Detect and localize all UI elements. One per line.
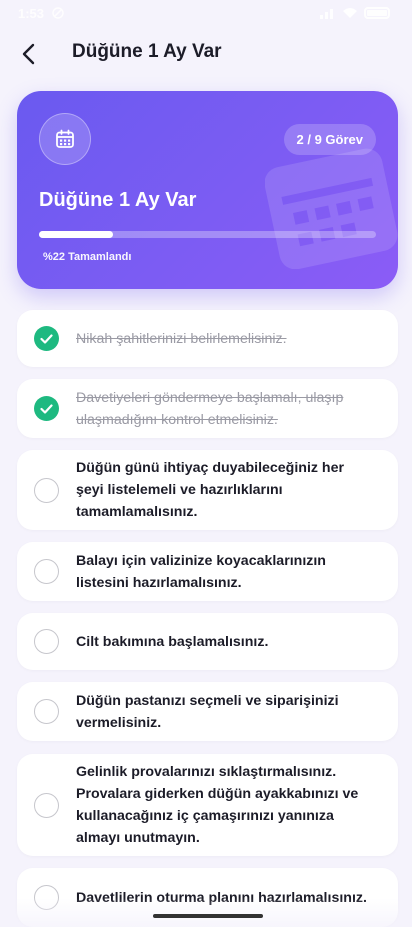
calendar-watermark-icon	[265, 148, 398, 269]
do-not-disturb-icon	[52, 7, 64, 19]
task-item[interactable]: Balayı için valizinize koyacaklarınızın …	[17, 542, 398, 601]
unchecked-checkbox[interactable]	[34, 699, 59, 724]
checked-checkbox[interactable]	[34, 396, 59, 421]
progress-bar	[39, 231, 376, 238]
unchecked-checkbox[interactable]	[34, 477, 59, 503]
back-button[interactable]	[14, 38, 44, 70]
task-text: Düğün pastanızı seçmeli ve siparişinizi …	[76, 692, 339, 731]
task-item[interactable]: Davetiyeleri göndermeye başlamalı, ulaşı…	[17, 379, 398, 438]
checked-checkbox[interactable]	[34, 326, 59, 351]
status-bar: 1:53	[0, 0, 412, 26]
task-item[interactable]: Gelinlik provalarınızı sıklaştırmalısını…	[17, 754, 398, 856]
unchecked-checkbox[interactable]	[34, 792, 59, 818]
app-header: Düğüne 1 Ay Var	[0, 30, 412, 78]
task-text: Balayı için valizinize koyacaklarınızın …	[76, 552, 326, 591]
unchecked-checkbox[interactable]	[34, 629, 59, 654]
calendar-badge	[39, 113, 91, 165]
task-text: Davetiyeleri göndermeye başlamalı, ulaşı…	[76, 389, 344, 428]
status-time: 1:53	[18, 5, 45, 21]
battery-icon	[364, 7, 390, 19]
task-text: Cilt bakımına başlamalısınız.	[76, 633, 269, 650]
task-item[interactable]: Düğün pastanızı seçmeli ve siparişinizi …	[17, 682, 398, 741]
calendar-icon	[56, 129, 74, 148]
home-indicator[interactable]	[153, 914, 263, 918]
hero-title: Düğüne 1 Ay Var	[39, 189, 197, 211]
page-title: Düğüne 1 Ay Var	[72, 41, 222, 62]
task-item[interactable]: Cilt bakımına başlamalısınız.	[17, 613, 398, 670]
wifi-icon	[343, 8, 357, 18]
task-text: Gelinlik provalarınızı sıklaştırmalısını…	[76, 764, 359, 846]
checkmark-icon	[40, 333, 53, 344]
unchecked-checkbox[interactable]	[34, 559, 59, 584]
task-text: Nikah şahitlerinizi belirlemelisiniz.	[76, 330, 287, 347]
progress-label: %22 Tamamlandı	[43, 251, 132, 263]
progress-bar-fill	[39, 231, 114, 238]
checkmark-icon	[40, 403, 53, 414]
signal-icon	[320, 7, 336, 19]
task-item[interactable]: Düğün günü ihtiyaç duyabileceğiniz her ş…	[17, 450, 398, 530]
progress-card: 2 / 9 Görev Düğüne 1 Ay Var %22 Tamamlan…	[17, 91, 398, 289]
task-count-badge: 2 / 9 Görev	[283, 124, 376, 155]
task-item[interactable]: Nikah şahitlerinizi belirlemelisiniz.	[17, 310, 398, 367]
task-text: Düğün günü ihtiyaç duyabileceğiniz her ş…	[76, 460, 345, 520]
status-right	[320, 7, 390, 19]
back-arrow-icon	[22, 43, 35, 65]
bottom-fade	[0, 898, 412, 927]
status-left: 1:53	[18, 6, 64, 21]
